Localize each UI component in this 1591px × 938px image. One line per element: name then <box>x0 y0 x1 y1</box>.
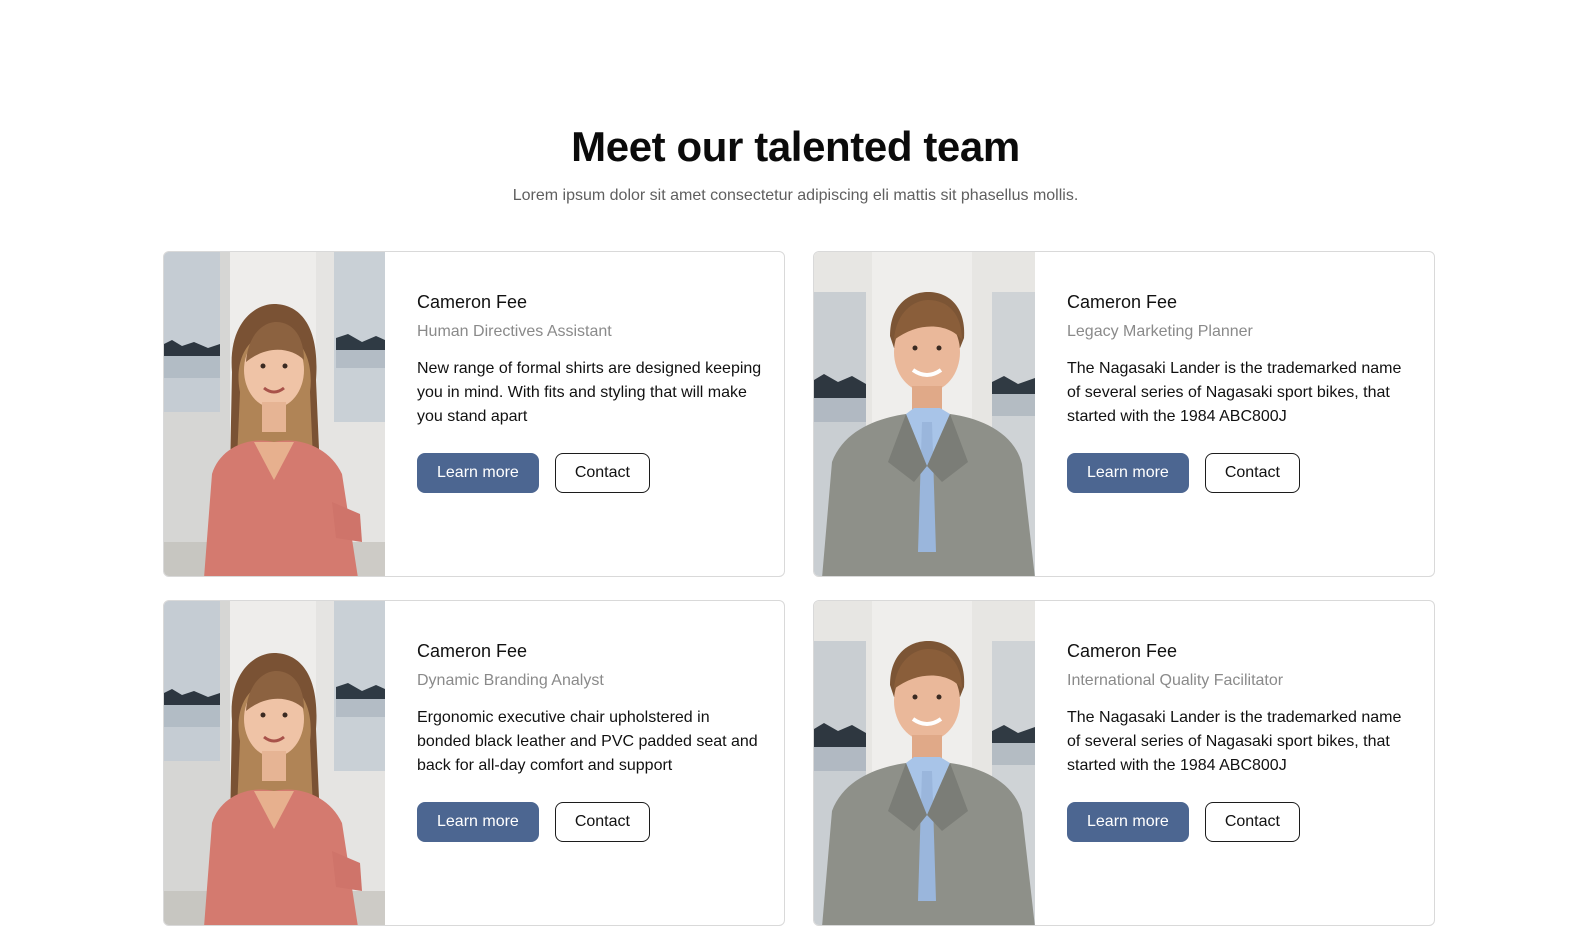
card-actions: Learn more Contact <box>1067 453 1417 493</box>
team-member-card: Cameron Fee International Quality Facili… <box>813 600 1435 926</box>
team-member-card: Cameron Fee Human Directives Assistant N… <box>163 251 785 577</box>
contact-button[interactable]: Contact <box>1204 802 1300 842</box>
team-member-description: Ergonomic executive chair upholstered in… <box>417 709 758 774</box>
team-member-role: Dynamic Branding Analyst <box>417 672 604 689</box>
team-member-card: Cameron Fee Legacy Marketing Planner The… <box>813 251 1435 577</box>
team-member-description: The Nagasaki Lander is the trademarked n… <box>1067 709 1402 774</box>
team-member-description: The Nagasaki Lander is the trademarked n… <box>1067 360 1402 425</box>
section-title: Meet our talented team <box>571 123 1020 170</box>
learn-more-button[interactable]: Learn more <box>1067 453 1189 493</box>
card-actions: Learn more Contact <box>1067 802 1417 842</box>
learn-more-button[interactable]: Learn more <box>417 802 539 842</box>
contact-button[interactable]: Contact <box>554 802 650 842</box>
contact-button[interactable]: Contact <box>554 453 650 493</box>
team-member-photo <box>814 252 1035 576</box>
team-member-role: International Quality Facilitator <box>1067 672 1284 689</box>
team-member-name: Cameron Fee <box>417 641 528 661</box>
card-actions: Learn more Contact <box>417 802 767 842</box>
learn-more-button[interactable]: Learn more <box>417 453 539 493</box>
team-member-name: Cameron Fee <box>1067 292 1178 312</box>
team-member-role: Legacy Marketing Planner <box>1067 323 1253 340</box>
team-member-photo <box>164 252 385 576</box>
team-member-role: Human Directives Assistant <box>417 323 612 340</box>
team-member-photo <box>814 601 1035 925</box>
team-member-description: New range of formal shirts are designed … <box>417 360 762 425</box>
team-member-photo <box>164 601 385 925</box>
card-actions: Learn more Contact <box>417 453 767 493</box>
contact-button[interactable]: Contact <box>1204 453 1300 493</box>
team-member-name: Cameron Fee <box>417 292 528 312</box>
team-member-name: Cameron Fee <box>1067 641 1178 661</box>
section-subtitle: Lorem ipsum dolor sit amet consectetur a… <box>512 187 1079 204</box>
learn-more-button[interactable]: Learn more <box>1067 802 1189 842</box>
team-member-card: Cameron Fee Dynamic Branding Analyst Erg… <box>163 600 785 926</box>
